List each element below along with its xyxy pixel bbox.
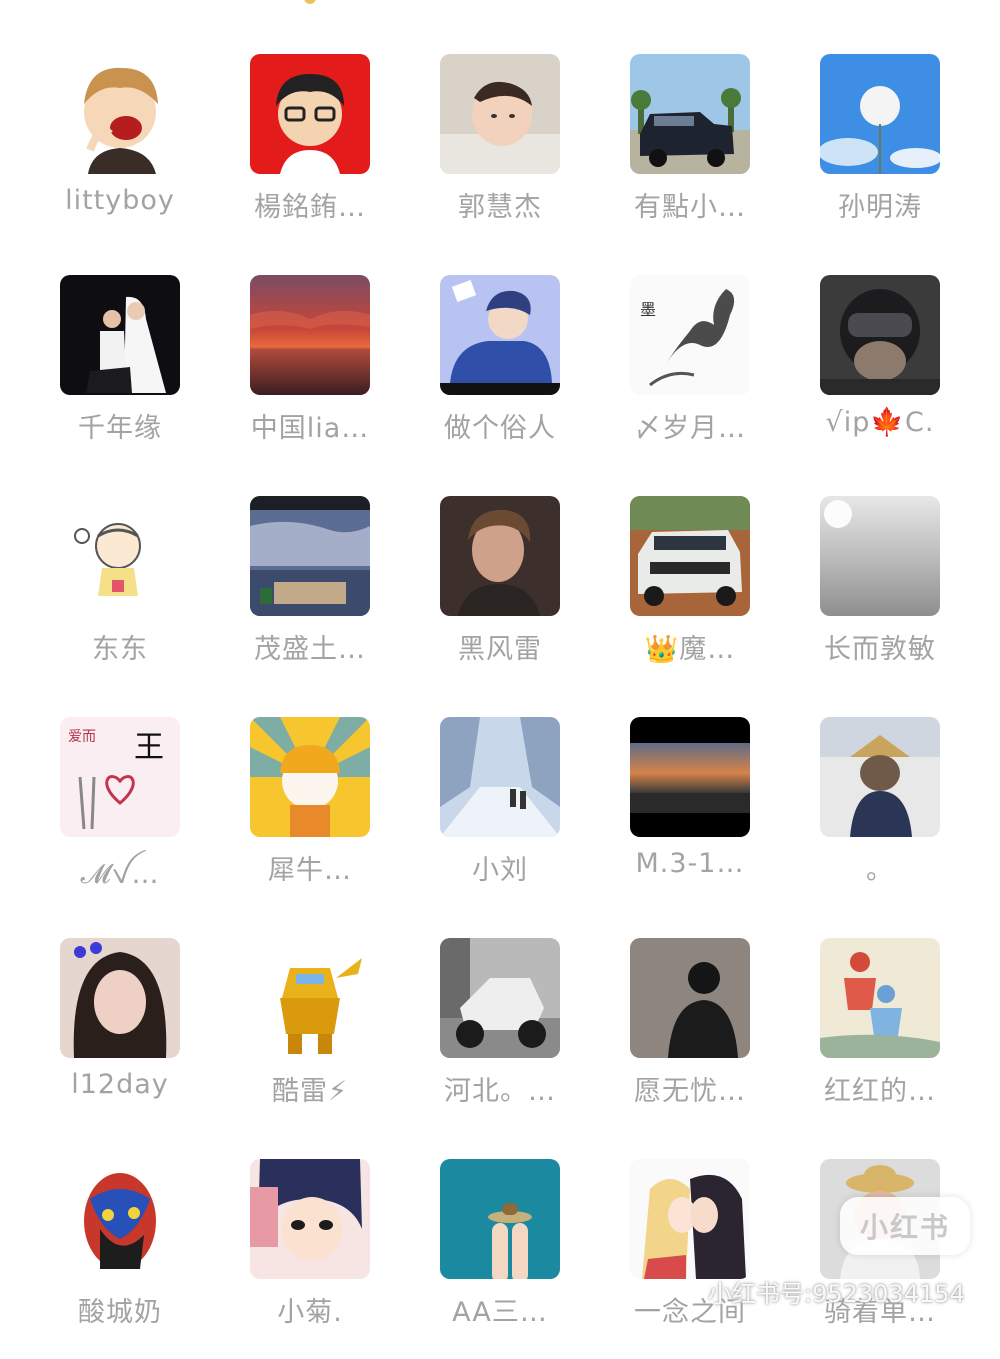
- member-name: 河北。…: [444, 1076, 556, 1107]
- member-avatar[interactable]: [630, 717, 750, 837]
- member-item[interactable]: 骑着单…: [800, 1159, 960, 1359]
- member-name: 犀牛…: [268, 855, 352, 886]
- member-name: 中国lia…: [250, 413, 370, 444]
- member-avatar[interactable]: [250, 496, 370, 616]
- member-item[interactable]: 黑风雷: [420, 496, 580, 696]
- member-avatar[interactable]: [60, 1159, 180, 1279]
- member-item[interactable]: 一念之间: [610, 1159, 770, 1359]
- member-item[interactable]: 愿无忧…: [610, 938, 770, 1138]
- member-item[interactable]: 河北。…: [420, 938, 580, 1138]
- member-name: 酷雷⚡: [272, 1076, 348, 1107]
- member-avatar[interactable]: [440, 275, 560, 395]
- member-avatar[interactable]: [820, 54, 940, 174]
- member-name: 郭慧杰: [458, 192, 542, 223]
- member-name: 东东: [92, 634, 148, 665]
- member-avatar[interactable]: [820, 938, 940, 1058]
- member-grid: littyboy 楊銘銪… 郭慧杰 有點小… 孙明涛 千年缘 中国lia… 做个…: [0, 0, 1000, 1330]
- member-name: 酸城奶: [78, 1297, 162, 1328]
- member-avatar[interactable]: 墨: [630, 275, 750, 395]
- member-item[interactable]: littyboy: [40, 54, 200, 254]
- member-item[interactable]: 。: [800, 717, 960, 917]
- member-name: 𝓜ꪜ…: [80, 859, 160, 890]
- member-avatar[interactable]: [250, 275, 370, 395]
- member-avatar[interactable]: [630, 1159, 750, 1279]
- member-item[interactable]: 小菊.: [230, 1159, 390, 1359]
- svg-text:墨: 墨: [640, 300, 656, 319]
- member-name: 。: [866, 855, 894, 886]
- member-avatar[interactable]: [60, 496, 180, 616]
- member-name: 小刘: [472, 855, 528, 886]
- member-name: M.3-1…: [635, 848, 745, 879]
- member-item[interactable]: AA三…: [420, 1159, 580, 1359]
- member-item[interactable]: 茂盛土…: [230, 496, 390, 696]
- member-item[interactable]: 小刘: [420, 717, 580, 917]
- member-avatar[interactable]: [820, 717, 940, 837]
- member-name: littyboy: [65, 185, 175, 216]
- member-avatar[interactable]: [630, 54, 750, 174]
- member-avatar[interactable]: 爱而 王: [60, 717, 180, 837]
- member-name: 做个俗人: [444, 413, 556, 444]
- member-item[interactable]: 中国lia…: [230, 275, 390, 475]
- member-item[interactable]: 长而敦敏: [800, 496, 960, 696]
- member-item[interactable]: √ip🍁C.: [800, 275, 960, 475]
- member-item[interactable]: 爱而 王 𝓜ꪜ…: [40, 717, 200, 917]
- member-name: 千年缘: [78, 413, 162, 444]
- member-avatar[interactable]: [440, 717, 560, 837]
- member-item[interactable]: 红红的…: [800, 938, 960, 1138]
- member-name: AA三…: [452, 1297, 548, 1328]
- member-avatar[interactable]: [60, 938, 180, 1058]
- member-avatar[interactable]: [630, 496, 750, 616]
- member-item[interactable]: 犀牛…: [230, 717, 390, 917]
- member-name: 小菊.: [277, 1297, 343, 1328]
- member-item[interactable]: 酷雷⚡: [230, 938, 390, 1138]
- member-item[interactable]: 楊銘銪…: [230, 54, 390, 254]
- member-name: l12day: [71, 1069, 169, 1100]
- member-avatar[interactable]: [250, 938, 370, 1058]
- member-item[interactable]: 郭慧杰: [420, 54, 580, 254]
- member-avatar[interactable]: [820, 275, 940, 395]
- watermark-logo-text: 小红书: [859, 1211, 950, 1244]
- watermark-account-id: 小红书号:9523034154: [708, 1280, 965, 1308]
- member-item[interactable]: 东东: [40, 496, 200, 696]
- svg-text:爱而: 爱而: [68, 729, 96, 745]
- member-name: 孙明涛: [838, 192, 922, 223]
- member-avatar[interactable]: [250, 1159, 370, 1279]
- member-name: 〆岁月…: [634, 413, 746, 444]
- member-item[interactable]: 做个俗人: [420, 275, 580, 475]
- svg-text:王: 王: [134, 730, 164, 765]
- member-item[interactable]: 有點小…: [610, 54, 770, 254]
- member-avatar[interactable]: [60, 54, 180, 174]
- member-item[interactable]: 孙明涛: [800, 54, 960, 254]
- member-item[interactable]: 千年缘: [40, 275, 200, 475]
- member-avatar[interactable]: [440, 938, 560, 1058]
- member-item[interactable]: 👑魔…: [610, 496, 770, 696]
- member-avatar[interactable]: [250, 717, 370, 837]
- member-name: 红红的…: [824, 1076, 936, 1107]
- member-avatar[interactable]: [440, 54, 560, 174]
- member-name: 长而敦敏: [824, 634, 936, 665]
- member-item[interactable]: 酸城奶: [40, 1159, 200, 1359]
- member-name: 👑魔…: [644, 634, 736, 665]
- member-name: 有點小…: [634, 192, 746, 223]
- member-item[interactable]: 墨〆岁月…: [610, 275, 770, 475]
- member-avatar[interactable]: [440, 1159, 560, 1279]
- member-avatar[interactable]: [60, 275, 180, 395]
- member-avatar[interactable]: [250, 54, 370, 174]
- member-name: √ip🍁C.: [825, 407, 935, 438]
- member-name: 愿无忧…: [634, 1076, 746, 1107]
- xiaohongshu-watermark-logo: 小红书: [840, 1197, 970, 1255]
- member-avatar[interactable]: [440, 496, 560, 616]
- member-item[interactable]: l12day: [40, 938, 200, 1138]
- member-avatar[interactable]: [820, 496, 940, 616]
- member-avatar[interactable]: [630, 938, 750, 1058]
- member-name: 茂盛土…: [254, 634, 366, 665]
- member-name: 楊銘銪…: [254, 192, 366, 223]
- member-name: 黑风雷: [458, 634, 542, 665]
- member-item[interactable]: M.3-1…: [610, 717, 770, 917]
